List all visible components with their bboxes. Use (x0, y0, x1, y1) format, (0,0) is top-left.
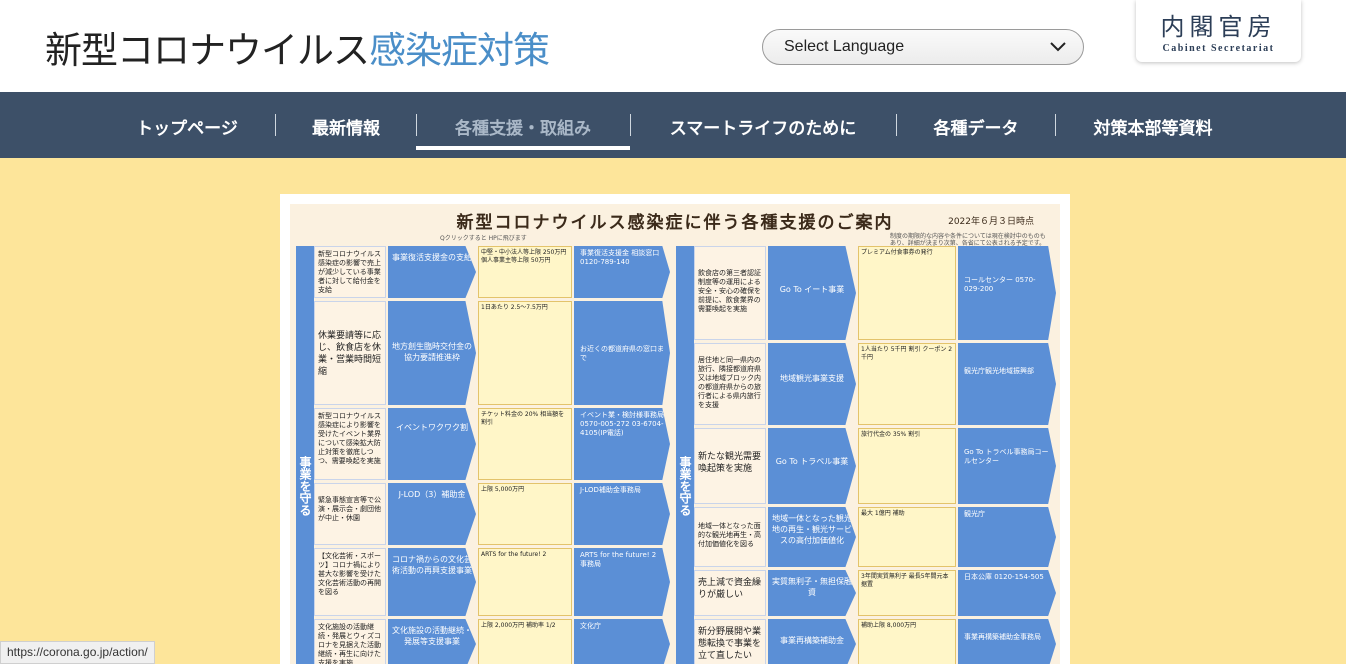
right-row-program[interactable]: 地域一体となった観光地の再生・観光サービスの高付加価値化 (768, 507, 856, 567)
left-row-detail: チケット料金の 20% 相当額を割引 (478, 408, 572, 480)
support-infographic[interactable]: 新型コロナウイルス感染症に伴う各種支援のご案内 2022年６月３日時点 Qクリッ… (280, 194, 1070, 664)
left-row-category: 緊急事態宣言等で公演・展示会・劇団他が中止・休園 (314, 483, 386, 545)
site-title-accent[interactable]: 感染症対策 (369, 29, 550, 72)
left-row-detail: 中堅・中小法人等上限 250万円 個人事業主等上限 50万円 (478, 246, 572, 298)
right-row-program[interactable]: 事業再構築補助金 (768, 619, 856, 664)
infographic-date: 2022年６月３日時点 (948, 217, 1034, 227)
right-row-category: 居住地と同一県内の旅行、隣接都道府県又は地域ブロック内の都道府県からの旅行者によ… (694, 343, 766, 425)
right-row-category: 新たな観光需要喚起策を実施 (694, 428, 766, 504)
right-row-detail: 最大 1億円 補助 (858, 507, 956, 567)
right-row-category: 地域一体となった面的な観光地再生・高付加価値化を図る (694, 507, 766, 567)
nav-item-materials[interactable]: 対策本部等資料 (1089, 114, 1217, 139)
logo-en-text: Cabinet Secretariat (1162, 43, 1275, 54)
nav-item-support[interactable]: 各種支援・取組み (450, 114, 596, 139)
left-row-contact: ARTS for the future! 2 事務局 (574, 548, 670, 616)
site-title[interactable]: 新型コロナウイルス感染症対策 (45, 20, 550, 74)
infographic-canvas: 新型コロナウイルス感染症に伴う各種支援のご案内 2022年６月３日時点 Qクリッ… (290, 204, 1060, 664)
right-row-category: 飲食店の第三者認証制度等の運用による安全・安心の確保を前提に、飲食業界の需要喚起… (694, 246, 766, 340)
left-row-detail: 上限 5,000万円 (478, 483, 572, 545)
right-row-program[interactable]: 地域観光事業支援 (768, 343, 856, 425)
right-row-contact: Go To トラベル事務局コールセンター (958, 428, 1056, 504)
left-row-program[interactable]: 文化施設の活動継続・発展等支援事業 (388, 619, 476, 664)
side-label-right: 事業を守る (676, 246, 694, 664)
infographic-title: 新型コロナウイルス感染症に伴う各種支援のご案内 (456, 213, 894, 233)
main-nav: トップページ 最新情報 各種支援・取組み スマートライフのために 各種データ 対… (0, 92, 1346, 158)
status-bar-url: https://corona.go.jp/action/ (0, 641, 155, 664)
nav-item-smartlife[interactable]: スマートライフのために (663, 114, 863, 139)
nav-item-top[interactable]: トップページ (132, 114, 242, 139)
left-row-program[interactable]: 事業復活支援金の支給 (388, 246, 476, 298)
left-row-contact: 事業復活支援金 相談窓口 0120-789-140 (574, 246, 670, 298)
right-row-contact: 日本公庫 0120-154-505 (958, 570, 1056, 616)
nav-item-news[interactable]: 最新情報 (309, 114, 383, 139)
left-row-detail: 1日あたり 2.5〜7.5万円 (478, 301, 572, 405)
left-row-category: 休業要請等に応じ、飲食店を休業・営業時間短縮 (314, 301, 386, 405)
infographic-note-right: 制度の期限的な内容や条件については現在検討中のものもあり、詳細が決まり次第、各省… (890, 233, 1046, 247)
left-row-category: 【文化芸術・スポーツ】コロナ禍により甚大な影響を受けた文化芸術活動の再開を図る (314, 548, 386, 616)
left-row-category: 新型コロナウイルス感染症の影響で売上が減少している事業者に対して給付金を支給 (314, 246, 386, 298)
right-row-detail: プレミアム付食事券の発行 (858, 246, 956, 340)
site-title-main[interactable]: 新型コロナウイルス (45, 29, 370, 72)
left-row-contact: イベント業・検討様事務局 0570-005-272 03-6704-4105(I… (574, 408, 670, 480)
left-row-program[interactable]: コロナ禍からの文化芸術活動の再興支援事業 (388, 548, 476, 616)
nav-separator (416, 114, 417, 136)
right-row-detail: 1人当たり 5千円 割引 クーポン 2千円 (858, 343, 956, 425)
nav-item-data[interactable]: 各種データ (930, 114, 1022, 139)
right-row-program[interactable]: Go To トラベル事業 (768, 428, 856, 504)
right-row-contact: 観光庁 (958, 507, 1056, 567)
right-row-detail: 旅行代金の 35% 割引 (858, 428, 956, 504)
left-row-contact: 文化庁 (574, 619, 670, 664)
left-row-contact: J-LOD補助金事務局 (574, 483, 670, 545)
nav-separator (896, 114, 897, 136)
side-label-left: 事業を守る (296, 246, 314, 664)
left-row-category: 新型コロナウイルス感染症により影響を受けたイベント業界について感染拡大防止対策を… (314, 408, 386, 480)
logo-jp-text: 内閣官房 (1160, 13, 1277, 41)
right-row-contact: 事業再構築補助金事務局 (958, 619, 1056, 664)
left-row-detail: ARTS for the future! 2 (478, 548, 572, 616)
nav-active-underline (416, 146, 630, 150)
nav-separator (630, 114, 631, 136)
left-row-category: 文化施設の活動継続・発展とウィズコロナを見据えた活動継続・再生に向けた支援を実施 (314, 619, 386, 664)
right-row-detail: 補助上限 8,000万円 (858, 619, 956, 664)
site-header: 新型コロナウイルス感染症対策 Select Language 内閣官房 Cabi… (0, 0, 1346, 92)
left-row-program[interactable]: 地方創生臨時交付金の協力要請推進枠 (388, 301, 476, 405)
language-select-label: Select Language (784, 38, 905, 55)
side-label-left-text: 事業を守る (298, 456, 312, 516)
left-row-contact: お近くの都道府県の窓口まで (574, 301, 670, 405)
side-label-right-text: 事業を守る (678, 456, 692, 516)
nav-separator (275, 114, 276, 136)
right-row-contact: コールセンター 0570-029-200 (958, 246, 1056, 340)
right-row-program[interactable]: 実質無利子・無担保融資 (768, 570, 856, 616)
left-row-detail: 上限 2,000万円 補助率 1/2 (478, 619, 572, 664)
language-select[interactable]: Select Language (762, 29, 1084, 65)
cabinet-secretariat-logo[interactable]: 内閣官房 Cabinet Secretariat (1136, 0, 1301, 62)
nav-separator (1055, 114, 1056, 136)
right-row-category: 新分野展開や業態転換で事業を立て直したい (694, 619, 766, 664)
infographic-note-left: Qクリックすると HPに飛びます (440, 235, 527, 242)
chevron-down-icon (1050, 42, 1066, 52)
right-row-detail: 3年間実質無利子 最長5年間元本据置 (858, 570, 956, 616)
right-row-contact: 観光庁観光地域振興部 (958, 343, 1056, 425)
left-row-program[interactable]: J-LOD（3）補助金 (388, 483, 476, 545)
right-row-program[interactable]: Go To イート事業 (768, 246, 856, 340)
right-row-category: 売上減で資金繰りが厳しい (694, 570, 766, 616)
left-row-program[interactable]: イベントワクワク割 (388, 408, 476, 480)
